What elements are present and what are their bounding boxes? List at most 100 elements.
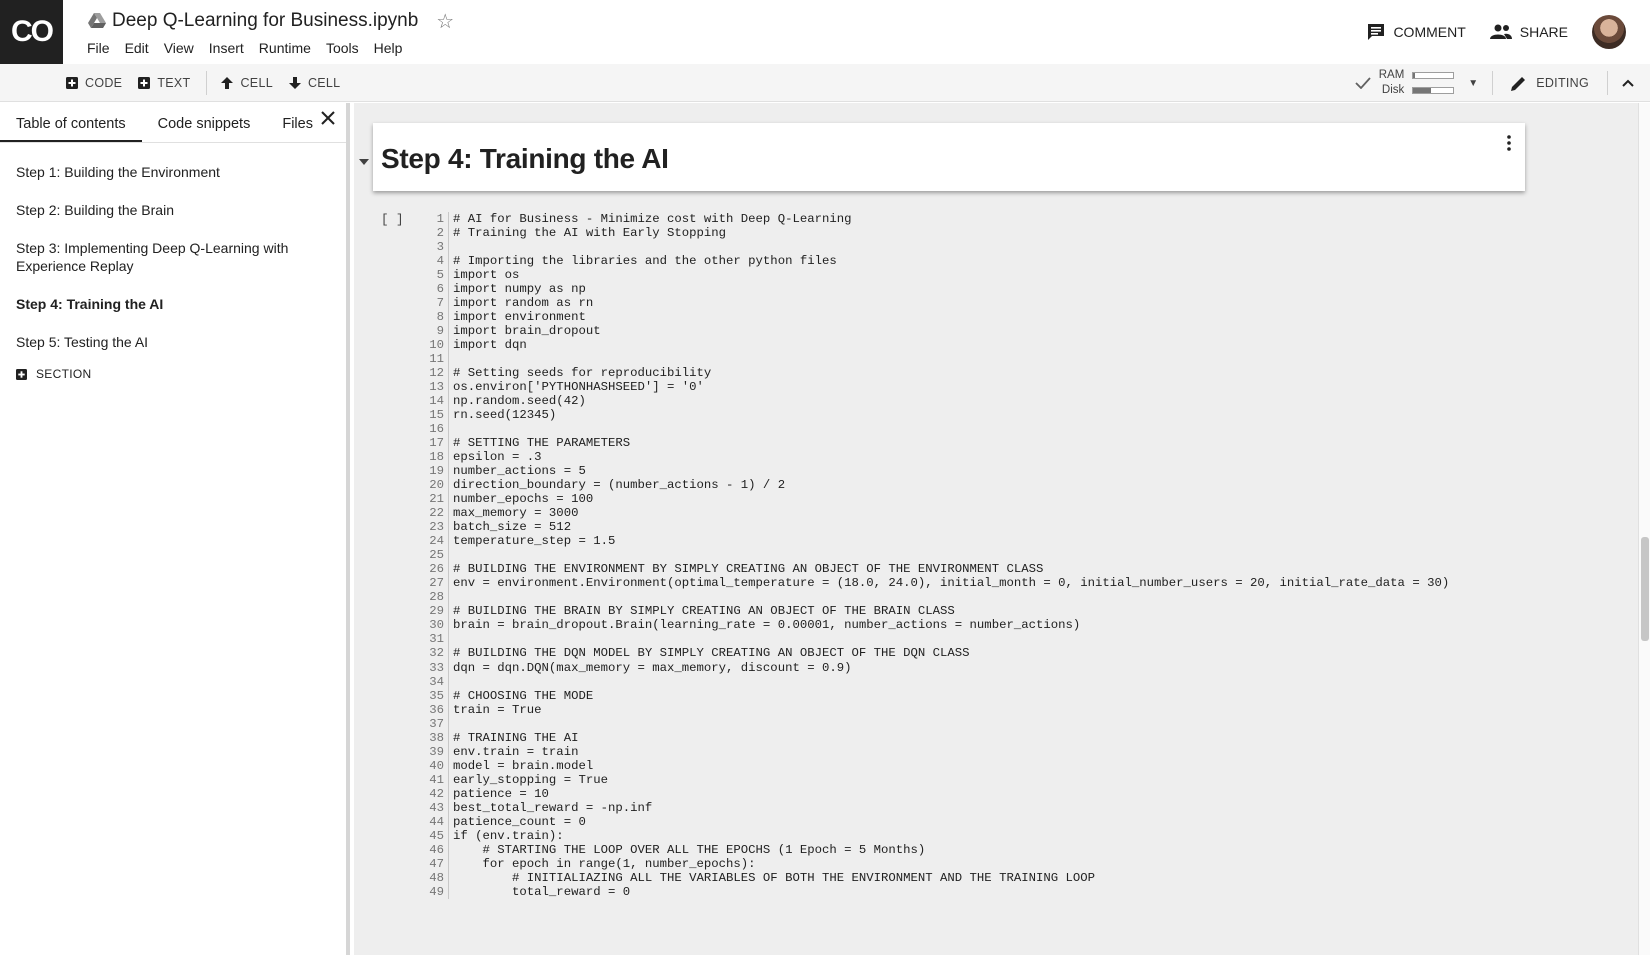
code-line: batch_size = 512	[453, 520, 572, 535]
run-cell-button[interactable]: [ ]	[381, 213, 404, 227]
comment-button[interactable]: COMMENT	[1367, 23, 1466, 41]
add-section-button[interactable]: SECTION	[0, 361, 346, 387]
menu-file[interactable]: File	[87, 40, 110, 56]
code-line: # INITIALIAZING ALL THE VARIABLES OF BOT…	[453, 870, 1096, 885]
line-number: 32	[429, 646, 444, 661]
code-line: early_stopping = True	[453, 772, 608, 787]
comment-icon	[1368, 24, 1385, 40]
code-cell[interactable]: [ ] 1 2 3 4 5 6 7 8 9 10 11 12 13 14 15 16 17 18 19 20 21 22 2…	[373, 209, 1525, 955]
chevron-up-icon	[1622, 79, 1634, 87]
code-line: import brain_dropout	[453, 324, 601, 339]
star-icon[interactable]: ☆	[436, 9, 454, 34]
share-button[interactable]: SHARE	[1489, 24, 1568, 40]
title-row: Deep Q-Learning for Business.ipynb ☆	[88, 8, 454, 34]
drive-icon	[88, 13, 106, 28]
avatar[interactable]	[1592, 15, 1626, 49]
menu-edit[interactable]: Edit	[125, 40, 149, 56]
line-number: 27	[429, 576, 444, 591]
document-title[interactable]: Deep Q-Learning for Business.ipynb	[112, 10, 418, 32]
code-line: if (env.train):	[453, 828, 564, 843]
tab-code-snippets[interactable]: Code snippets	[142, 116, 267, 142]
line-number: 42	[429, 786, 444, 801]
line-number: 41	[429, 772, 444, 787]
code-line: max_memory = 3000	[453, 506, 579, 521]
move-cell-up-button[interactable]: CELL	[221, 76, 273, 90]
menu-view[interactable]: View	[164, 40, 194, 56]
line-number: 3	[436, 240, 444, 255]
collapse-header-button[interactable]	[1607, 71, 1634, 95]
code-line: np.random.seed(42)	[453, 394, 586, 409]
code-line: # BUILDING THE ENVIRONMENT BY SIMPLY CRE…	[453, 562, 1044, 577]
toc-item-step-4[interactable]: Step 4: Training the AI	[0, 285, 346, 323]
code-line: patience_count = 0	[453, 814, 586, 829]
add-text-button[interactable]: TEXT	[138, 76, 190, 90]
code-line: direction_boundary = (number_actions - 1…	[453, 478, 786, 493]
arrow-down-icon	[288, 77, 301, 89]
toc-item-step-5[interactable]: Step 5: Testing the AI	[0, 323, 346, 361]
line-number: 21	[429, 492, 444, 507]
line-number: 17	[429, 436, 444, 451]
code-line: temperature_step = 1.5	[453, 534, 616, 549]
menu-help[interactable]: Help	[374, 40, 403, 56]
line-number: 8	[436, 310, 444, 325]
line-number: 15	[429, 408, 444, 423]
add-box-icon	[138, 77, 151, 89]
line-number: 35	[429, 688, 444, 703]
sidebar-tabs: Table of contents Code snippets Files	[0, 103, 346, 143]
code-line: # TRAINING THE AI	[453, 730, 579, 745]
toc-item-step-1[interactable]: Step 1: Building the Environment	[0, 153, 346, 191]
line-number: 12	[429, 366, 444, 381]
line-number: 30	[429, 618, 444, 633]
code-line: env = environment.Environment(optimal_te…	[453, 576, 1450, 591]
code-line: # STARTING THE LOOP OVER ALL THE EPOCHS …	[453, 842, 926, 857]
line-number: 28	[429, 590, 444, 605]
more-vert-icon[interactable]	[1507, 135, 1511, 151]
close-icon[interactable]	[320, 110, 336, 126]
editing-label: EDITING	[1536, 76, 1589, 90]
table-of-contents: Step 1: Building the Environment Step 2:…	[0, 143, 346, 387]
code-line: model = brain.model	[453, 758, 594, 773]
notebook-area[interactable]: Step 4: Training the AI [ ] 1 2 3 4 5 6 7 8 9 10 1…	[354, 103, 1650, 955]
code-line: # BUILDING THE DQN MODEL BY SIMPLY CREAT…	[453, 646, 970, 661]
menu-runtime[interactable]: Runtime	[259, 40, 311, 56]
line-number: 33	[429, 660, 444, 675]
line-number: 10	[429, 338, 444, 353]
text-cell[interactable]: Step 4: Training the AI	[373, 123, 1525, 191]
resource-dropdown-icon[interactable]: ▼	[1468, 78, 1478, 89]
collapse-section-icon[interactable]	[359, 159, 369, 165]
code-line: # Importing the libraries and the other …	[453, 254, 837, 269]
code-line: brain = brain_dropout.Brain(learning_rat…	[453, 618, 1081, 633]
line-number: 24	[429, 534, 444, 549]
line-number: 7	[436, 296, 444, 311]
menu-insert[interactable]: Insert	[209, 40, 244, 56]
add-code-button[interactable]: CODE	[66, 76, 122, 90]
resource-meter[interactable]	[1412, 68, 1455, 98]
code-line: dqn = dqn.DQN(max_memory = max_memory, d…	[453, 660, 852, 675]
scrollbar-thumb[interactable]	[1641, 537, 1649, 641]
code-line: number_actions = 5	[453, 464, 586, 479]
line-number: 2	[436, 226, 444, 241]
code-line: patience = 10	[453, 786, 549, 801]
move-up-label: CELL	[240, 76, 273, 90]
toc-item-step-3[interactable]: Step 3: Implementing Deep Q-Learning wit…	[0, 229, 346, 285]
notebook-scrollbar[interactable]	[1638, 103, 1650, 955]
code-line: import os	[453, 268, 520, 283]
line-number: 40	[429, 758, 444, 773]
tab-table-of-contents[interactable]: Table of contents	[0, 116, 142, 142]
menu-tools[interactable]: Tools	[326, 40, 359, 56]
code-editor[interactable]: # AI for Business - Minimize cost with D…	[453, 212, 1449, 899]
line-number: 43	[429, 800, 444, 815]
code-line: # SETTING THE PARAMETERS	[453, 436, 631, 451]
menu-bar: File Edit View Insert Runtime Tools Help	[87, 40, 417, 56]
colab-logo[interactable]: CO	[0, 0, 63, 64]
toc-item-step-2[interactable]: Step 2: Building the Brain	[0, 191, 346, 229]
line-number: 37	[429, 716, 444, 731]
editing-mode-button[interactable]: EDITING	[1492, 71, 1589, 95]
move-cell-down-button[interactable]: CELL	[288, 76, 340, 90]
line-number: 14	[429, 394, 444, 409]
add-code-label: CODE	[85, 76, 123, 90]
line-number: 29	[429, 604, 444, 619]
